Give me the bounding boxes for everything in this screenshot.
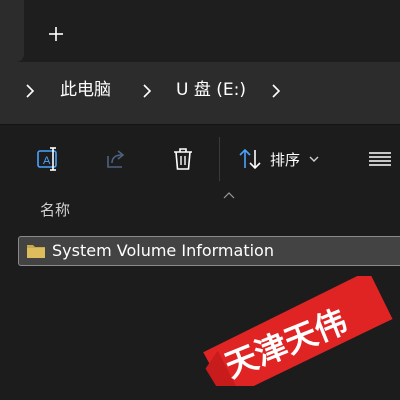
- breadcrumb-item-usb-drive[interactable]: U 盘 (E:): [176, 76, 246, 104]
- breadcrumb-item-this-pc[interactable]: 此电脑: [60, 76, 111, 104]
- delete-button[interactable]: [165, 141, 201, 177]
- watermark-stamp: 天津天伟: [203, 276, 393, 386]
- command-bar: A 排序: [0, 125, 400, 191]
- view-menu-icon: [369, 152, 391, 166]
- svg-text:A: A: [43, 155, 51, 167]
- view-button[interactable]: [362, 141, 398, 177]
- new-tab-button[interactable]: [40, 18, 72, 50]
- rename-icon: A: [37, 147, 57, 171]
- sort-arrows-icon: [239, 148, 261, 170]
- list-item[interactable]: System Volume Information: [18, 236, 400, 266]
- toolbar-divider: [219, 137, 220, 181]
- sort-button[interactable]: 排序: [238, 141, 320, 177]
- active-tab[interactable]: [0, 0, 24, 62]
- folder-icon: [27, 245, 45, 258]
- rename-button[interactable]: A: [31, 141, 67, 177]
- share-icon: [107, 150, 125, 168]
- sort-ascending-caret-icon: [223, 192, 235, 199]
- chevron-right-icon[interactable]: [139, 82, 155, 100]
- chevron-down-icon: [309, 156, 319, 162]
- file-explorer-window: 此电脑 U 盘 (E:) A 排序 名称 System Volume Infor…: [0, 0, 400, 400]
- address-bar[interactable]: 此电脑 U 盘 (E:): [0, 62, 400, 125]
- column-header: 名称: [0, 191, 400, 231]
- tab-strip: [0, 0, 400, 62]
- trash-icon: [174, 148, 192, 170]
- share-button[interactable]: [98, 141, 134, 177]
- plus-icon: [49, 27, 63, 41]
- chevron-right-icon[interactable]: [22, 82, 38, 100]
- chevron-right-icon[interactable]: [268, 82, 284, 100]
- file-name: System Volume Information: [52, 241, 274, 260]
- column-header-name[interactable]: 名称: [40, 199, 70, 220]
- sort-label: 排序: [270, 150, 301, 169]
